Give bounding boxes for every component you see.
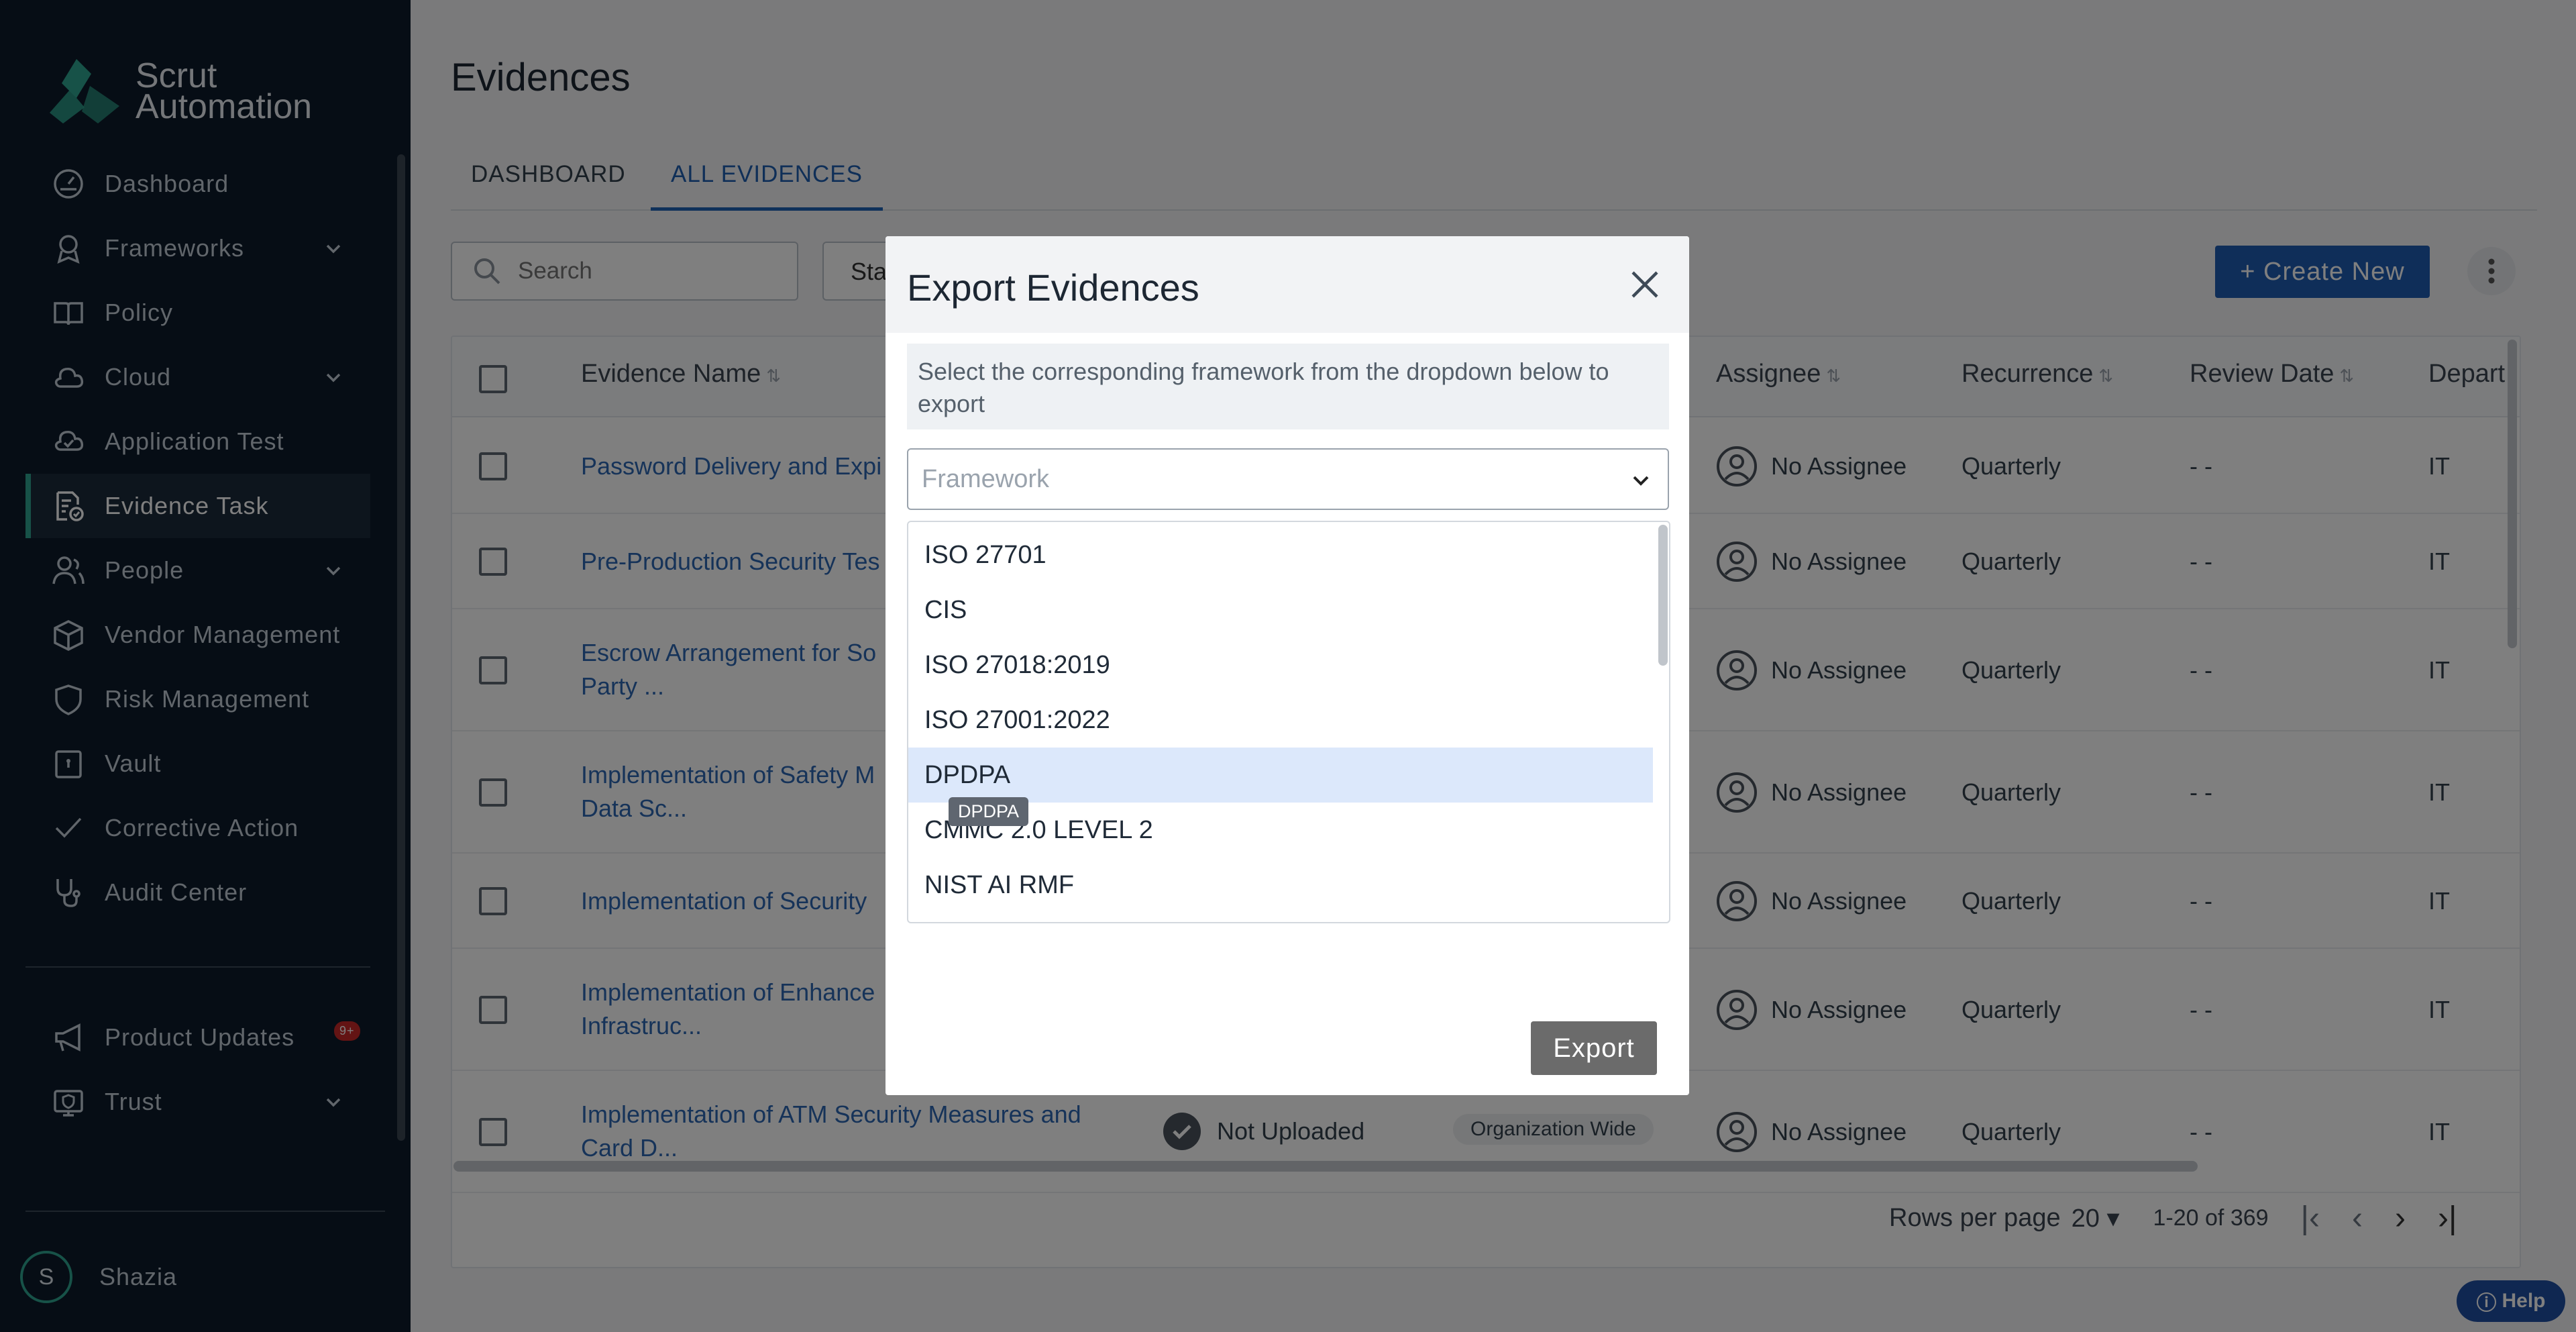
framework-placeholder: Framework <box>922 464 1050 493</box>
framework-dropdown-list: ISO 27701 CIS ISO 27018:2019 ISO 27001:2… <box>907 521 1670 923</box>
framework-option[interactable]: NIST AI RMF <box>908 858 1653 913</box>
framework-option[interactable]: ISO 27701 <box>908 527 1653 582</box>
framework-select[interactable]: Framework <box>907 448 1669 510</box>
modal-title: Export Evidences <box>907 266 1199 309</box>
framework-option[interactable]: ISO 27018:2019 <box>908 637 1653 693</box>
export-evidences-modal: Export Evidences Select the correspondin… <box>885 236 1689 1095</box>
dropdown-scrollbar[interactable] <box>1658 525 1668 666</box>
close-icon[interactable] <box>1623 263 1666 306</box>
framework-option[interactable]: CIS <box>908 582 1653 637</box>
framework-option[interactable]: DPDPA <box>908 748 1653 803</box>
modal-header: Export Evidences <box>885 236 1689 333</box>
framework-option[interactable]: ISO 27001:2022 <box>908 693 1653 748</box>
chevron-down-icon <box>1633 476 1649 486</box>
export-info-text: Select the corresponding framework from … <box>907 344 1669 429</box>
export-button[interactable]: Export <box>1531 1021 1657 1075</box>
option-tooltip: DPDPA <box>949 797 1029 826</box>
